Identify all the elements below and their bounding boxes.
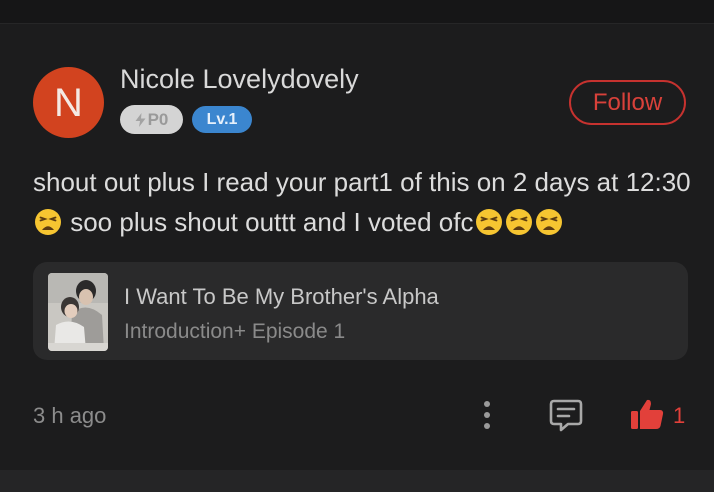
avatar-letter: N xyxy=(54,80,83,125)
points-badge-label: P0 xyxy=(147,109,169,129)
reply-icon[interactable] xyxy=(548,397,584,433)
weary-face-emoji xyxy=(505,209,532,235)
lightning-icon xyxy=(135,112,146,127)
timestamp: 3 h ago xyxy=(33,403,107,428)
comment-text-part1: shout out plus I read your part1 of this… xyxy=(33,167,691,197)
weary-face-emoji xyxy=(535,209,562,235)
story-episode: Introduction+ Episode 1 xyxy=(124,320,346,343)
header-strip xyxy=(0,0,714,24)
story-card[interactable]: I Want To Be My Brother's Alpha Introduc… xyxy=(33,262,688,360)
comment-text: shout out plus I read your part1 of this… xyxy=(33,162,693,242)
weary-face-emoji xyxy=(35,209,61,235)
weary-face-emoji xyxy=(475,209,502,235)
like-count: 1 xyxy=(673,403,686,428)
next-comment-strip xyxy=(0,470,714,492)
level-badge: Lv.1 xyxy=(192,106,252,133)
thumbs-up-icon[interactable] xyxy=(630,398,664,430)
more-vertical-icon[interactable] xyxy=(478,399,496,431)
story-title: I Want To Be My Brother's Alpha xyxy=(124,284,439,309)
story-cover-image xyxy=(48,273,108,351)
avatar[interactable]: N xyxy=(33,67,104,138)
comment-text-part2: soo plus shout outtt and I voted ofc xyxy=(63,207,474,237)
username[interactable]: Nicole Lovelydovely xyxy=(120,64,359,95)
follow-button[interactable]: Follow xyxy=(569,80,686,125)
points-badge: P0 xyxy=(120,105,183,134)
